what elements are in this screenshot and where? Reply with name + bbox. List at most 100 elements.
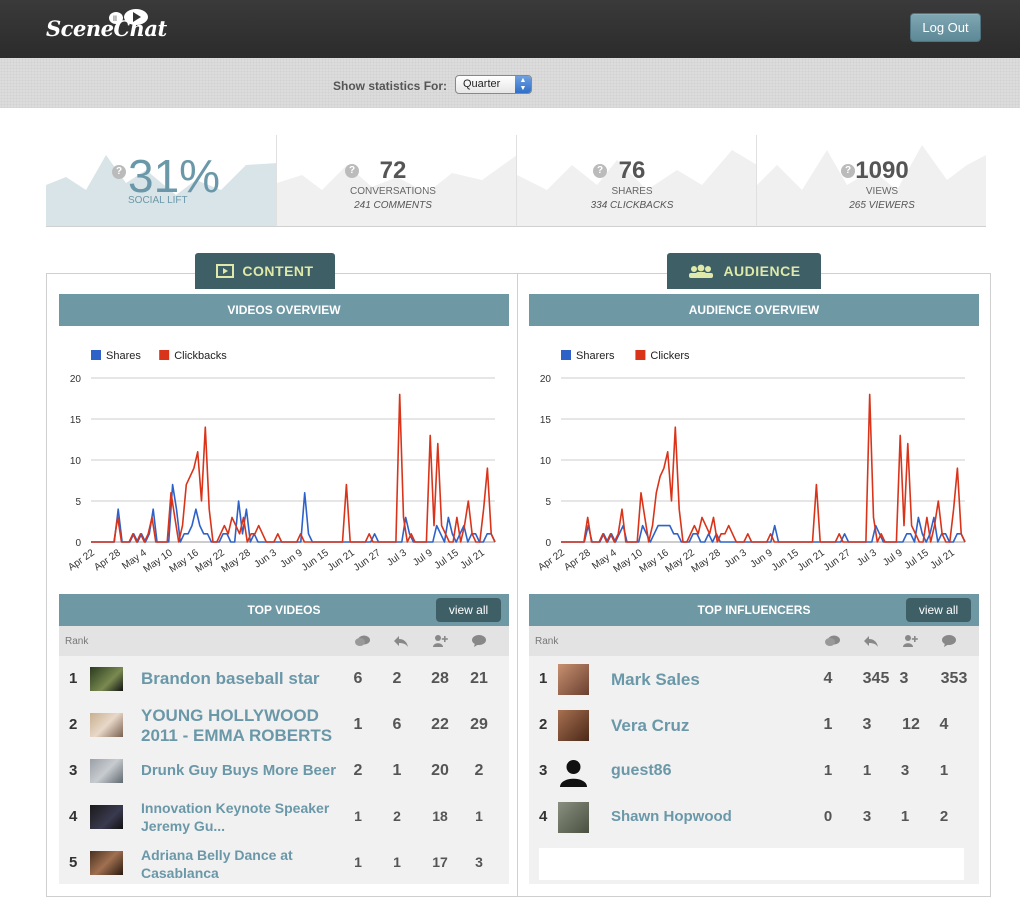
conversations-value: 0 (823, 808, 833, 825)
stat-value: 76 (618, 157, 646, 184)
stat-label: SHARES (611, 186, 653, 197)
top-videos-subheader: Rank (59, 626, 509, 656)
y-tick-label: 0 (545, 538, 551, 549)
conversations-value: 1 (354, 854, 362, 870)
x-tick-label: Apr 22 (66, 547, 97, 573)
conversations-value: 1 (354, 808, 362, 824)
stat-label: VIEWS (865, 186, 899, 197)
rank-number: 1 (69, 670, 78, 687)
panel-divider (517, 273, 518, 897)
rank-number: 3 (69, 762, 78, 779)
x-tick-label: Jun 27 (822, 547, 853, 573)
top-influencers-list: 1 Mark Sales 4 345 3 353 2 Vera Cruz 1 3… (529, 656, 979, 884)
default-user-avatar-icon[interactable] (558, 756, 589, 787)
video-title[interactable]: Innovation Keynote Speaker Jeremy Gu... (141, 799, 351, 835)
shares-value: 3 (862, 716, 872, 733)
stat-label: CONVERSATIONS (350, 186, 436, 197)
rank-number: 4 (539, 808, 548, 825)
video-row[interactable]: 2 YOUNG HOLLYWOOD 2011 - EMMA ROBERTS 1 … (59, 702, 509, 748)
clickbacks-value: 28 (431, 670, 449, 687)
stat-value: 72 (379, 157, 407, 184)
stat-sub: 265 VIEWERS (849, 200, 915, 211)
rank-number: 2 (69, 716, 78, 733)
x-tick-label: Jul 3 (855, 547, 879, 568)
x-tick-label: Apr 28 (92, 547, 123, 573)
shares-value: 1 (392, 762, 402, 779)
x-tick-label: Jul 15 (433, 547, 462, 572)
clickbacks-value: 3 (899, 670, 909, 687)
period-select-value: Quarter (463, 78, 501, 90)
shares-value: 2 (393, 808, 401, 824)
rank-number: 4 (69, 808, 78, 825)
y-tick-label: 20 (540, 374, 552, 385)
video-thumbnail[interactable] (90, 759, 123, 783)
videos-overview-chart: Shares Clickbacks 0 5 10 15 20 Apr 22Apr 28 May … (66, 350, 496, 575)
series-line (91, 393, 496, 543)
view-all-videos-button[interactable]: view all (436, 598, 501, 622)
select-arrows-icon: ▲ ▼ (515, 76, 531, 93)
tab-audience-label: AUDIENCE (723, 263, 801, 279)
influencer-name[interactable]: Shawn Hopwood (611, 808, 732, 825)
shares-value: 3 (862, 808, 872, 825)
top-influencers-header: TOP INFLUENCERS view all (529, 594, 979, 626)
x-tick-label: Jul 15 (903, 547, 932, 572)
influencer-row[interactable]: 1 Mark Sales 4 345 3 353 (529, 656, 979, 702)
stat-value: 1090 (855, 157, 909, 184)
video-row[interactable]: 5 Adriana Belly Dance at Casablanca 1 1 … (59, 840, 509, 884)
clickbacks-value: 18 (432, 808, 448, 824)
x-tick-label: Jul 21 (929, 547, 958, 572)
influencer-name[interactable]: Vera Cruz (611, 716, 689, 736)
stat-sub: 241 COMMENTS (354, 200, 432, 211)
conversations-value: 1 (823, 716, 833, 733)
avatar[interactable] (558, 664, 589, 695)
clickbacks-value: 22 (431, 716, 449, 733)
video-title[interactable]: Adriana Belly Dance at Casablanca (141, 846, 331, 882)
x-tick-label: Jun 3 (252, 547, 279, 570)
people-icon (689, 264, 714, 278)
comments-icon (942, 635, 956, 647)
video-thumbnail[interactable] (90, 713, 123, 737)
x-tick-label: Apr 22 (536, 547, 567, 573)
conversations-value: 4 (823, 670, 833, 687)
shares-value: 1 (862, 762, 872, 779)
video-icon (216, 264, 235, 278)
period-select[interactable]: Quarter ▲ ▼ (455, 75, 532, 94)
comments-value: 2 (474, 762, 484, 779)
tab-content[interactable]: CONTENT (195, 253, 335, 289)
view-all-influencers-button[interactable]: view all (906, 598, 971, 622)
legend-label: Shares (106, 350, 141, 362)
help-icon[interactable]: ? (112, 165, 126, 179)
x-tick-label: May 28 (220, 547, 254, 575)
video-row[interactable]: 1 Brandon baseball star 6 2 28 21 (59, 656, 509, 702)
influencer-row[interactable]: 3 guest86 1 1 3 1 (529, 748, 979, 794)
influencer-row[interactable]: 2 Vera Cruz 1 3 12 4 (529, 702, 979, 748)
video-row[interactable]: 4 Innovation Keynote Speaker Jeremy Gu..… (59, 794, 509, 840)
legend-swatch (91, 350, 101, 360)
avatar[interactable] (558, 802, 589, 833)
videos-overview-header: VIDEOS OVERVIEW (59, 294, 509, 326)
top-videos-header: TOP VIDEOS view all (59, 594, 509, 626)
legend-swatch (561, 350, 571, 360)
shares-icon (394, 636, 408, 647)
video-title[interactable]: Drunk Guy Buys More Beer (141, 762, 336, 779)
video-title[interactable]: Brandon baseball star (141, 669, 320, 689)
tab-audience[interactable]: AUDIENCE (667, 253, 821, 289)
avatar[interactable] (558, 710, 589, 741)
video-title[interactable]: YOUNG HOLLYWOOD 2011 - EMMA ROBERTS (141, 706, 341, 746)
logout-button[interactable]: Log Out (910, 13, 981, 42)
y-tick-label: 10 (540, 456, 552, 467)
video-thumbnail[interactable] (90, 851, 123, 875)
y-tick-label: 10 (70, 456, 82, 467)
influencer-name[interactable]: Mark Sales (611, 670, 700, 690)
video-thumbnail[interactable] (90, 667, 123, 691)
influencer-row[interactable]: 4 Shawn Hopwood 0 3 1 2 (529, 794, 979, 840)
video-thumbnail[interactable] (90, 805, 123, 829)
rank-number: 5 (69, 854, 78, 871)
comments-value: 353 (940, 670, 968, 687)
conversations-value: 1 (823, 762, 833, 779)
stat-conversations: ? 72 CONVERSATIONS 241 COMMENTS (277, 135, 517, 227)
empty-row (539, 848, 964, 880)
video-row[interactable]: 3 Drunk Guy Buys More Beer 2 1 20 2 (59, 748, 509, 794)
comments-value: 1 (939, 762, 949, 779)
influencer-name[interactable]: guest86 (611, 762, 671, 780)
